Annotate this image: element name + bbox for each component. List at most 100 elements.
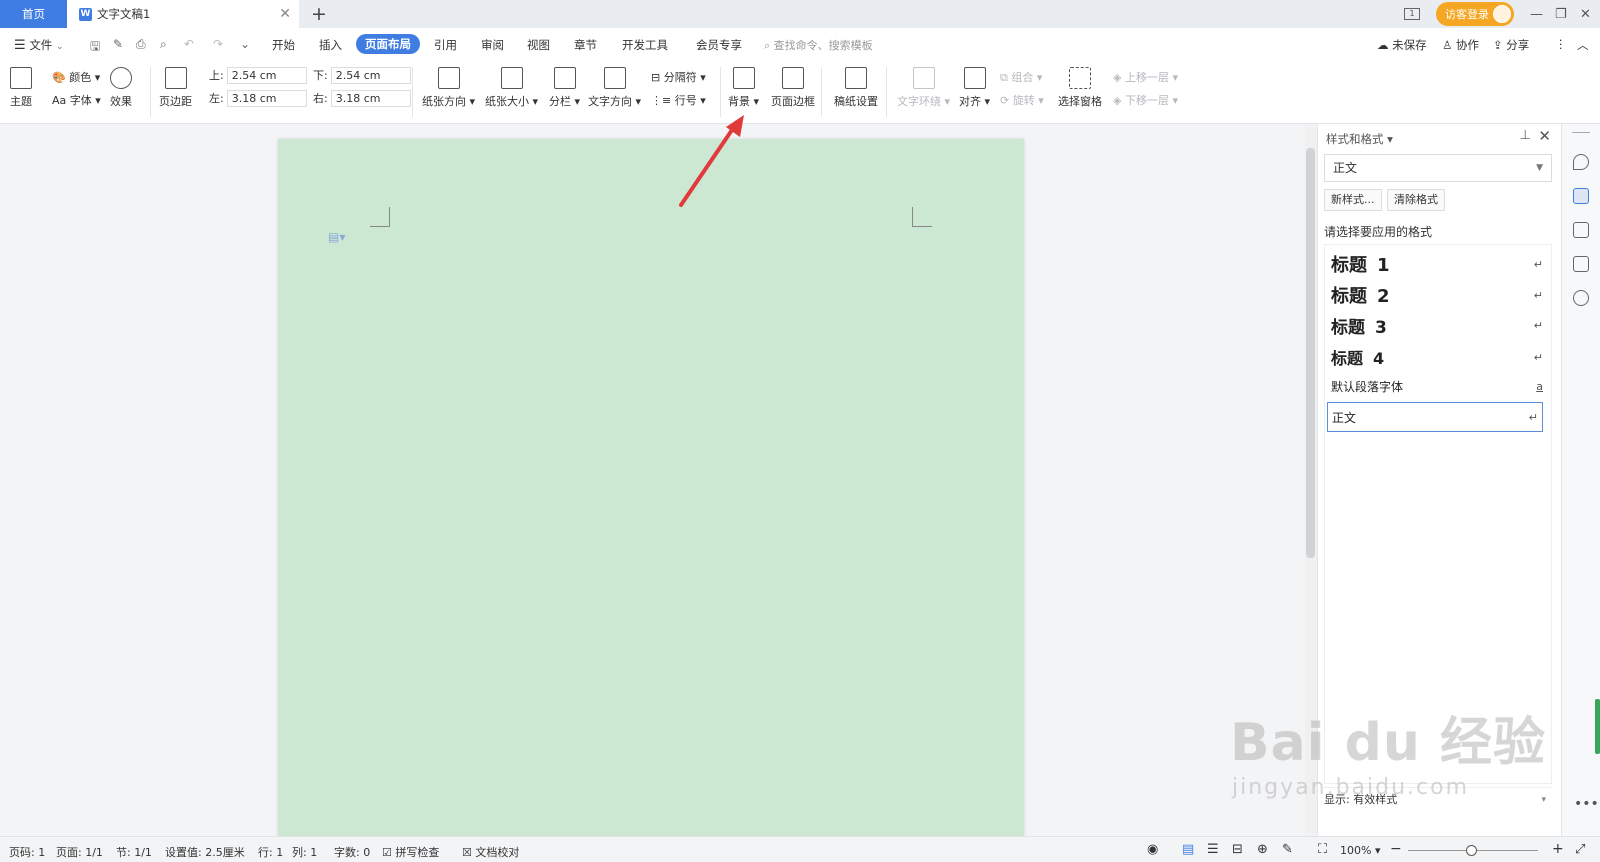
group-button[interactable]: ⧉ 组合 ▾ (1000, 69, 1042, 85)
tab-references[interactable]: 引用 (434, 37, 457, 53)
undo-icon[interactable]: ↶ (184, 37, 194, 51)
visitor-login-button[interactable]: 访客登录 (1436, 2, 1514, 26)
style-edit-icon[interactable] (1573, 188, 1589, 204)
manuscript-settings-button[interactable]: 稿纸设置 (834, 67, 878, 109)
doc-proof-button[interactable]: ☒ 文档校对 (462, 844, 519, 860)
page-border-button[interactable]: 页面边框 (771, 67, 815, 109)
unsaved-status[interactable]: ☁ 未保存 (1377, 37, 1427, 53)
restore-button[interactable]: ❐ (1555, 0, 1567, 28)
tab-home[interactable]: 首页 (0, 0, 67, 28)
send-backward-button[interactable]: ◈ 下移一层 ▾ (1113, 92, 1178, 108)
close-tab-icon[interactable]: ✕ (279, 6, 291, 22)
more-menu-icon[interactable]: ⋮ (1555, 37, 1567, 51)
margin-bottom-value[interactable]: 2.54 cm (330, 67, 411, 84)
word-count[interactable]: 字数: 0 (334, 844, 370, 860)
zoom-slider-knob[interactable] (1466, 845, 1477, 856)
tab-insert[interactable]: 插入 (319, 37, 342, 53)
print-preview-icon[interactable]: ⌕ (160, 37, 167, 52)
new-style-button[interactable]: 新样式... (1324, 189, 1382, 211)
tab-start[interactable]: 开始 (272, 37, 295, 53)
fullscreen-icon[interactable]: ⤢ (1575, 842, 1585, 857)
scrollbar-thumb[interactable] (1306, 148, 1315, 558)
tab-chapter[interactable]: 章节 (574, 37, 597, 53)
style-item-heading-4[interactable]: 标题 4 ↵ (1331, 345, 1543, 369)
align-button[interactable]: 对齐 ▾ (959, 67, 990, 109)
styles-pane-title[interactable]: 样式和格式 ▾ (1326, 131, 1393, 147)
close-icon[interactable]: ✕ (1538, 127, 1551, 145)
document-workspace[interactable]: ▤▾ (0, 124, 1305, 836)
pen-icon[interactable]: ✎ (1282, 842, 1293, 857)
margin-right-value[interactable]: 3.18 cm (330, 90, 411, 107)
bring-forward-button[interactable]: ◈ 上移一层 ▾ (1113, 69, 1178, 85)
rotate-button[interactable]: ⟳ 旋转 ▾ (1000, 92, 1044, 108)
share-button[interactable]: ⇪ 分享 (1493, 37, 1529, 53)
style-item-heading-2[interactable]: 标题 2 ↵ (1331, 282, 1543, 308)
margin-top-value[interactable]: 2.54 cm (226, 67, 307, 84)
tab-view[interactable]: 视图 (527, 37, 550, 53)
outline-view-icon[interactable]: ☰ (1207, 842, 1219, 857)
background-button[interactable]: 背景 ▾ (728, 67, 759, 109)
reading-view-icon[interactable]: ⊟ (1232, 842, 1243, 857)
web-view-icon[interactable]: ⊕ (1257, 842, 1268, 857)
style-item-default-font[interactable]: 默认段落字体 a (1331, 378, 1543, 395)
zoom-in-button[interactable]: + (1552, 841, 1564, 857)
columns-button[interactable]: 分栏 ▾ (549, 67, 580, 109)
save-icon[interactable]: 🖫 (90, 37, 100, 58)
style-item-body[interactable]: 正文 ↵ (1327, 402, 1543, 432)
clear-format-button[interactable]: 清除格式 (1387, 189, 1445, 211)
window-layout-icon[interactable]: 1 (1404, 0, 1420, 28)
effects-button[interactable]: 效果 (110, 67, 132, 109)
breaks-button[interactable]: ⊟ 分隔符 ▾ (651, 69, 706, 85)
more-options-icon[interactable]: ••• (1574, 796, 1599, 812)
margins-button[interactable]: 页边距 (159, 67, 192, 109)
style-item-heading-3[interactable]: 标题 3 ↵ (1331, 313, 1543, 338)
line-numbers-button[interactable]: ⋮≡ 行号 ▾ (651, 92, 706, 108)
eye-protection-icon[interactable]: ◉ (1147, 842, 1158, 857)
margin-right-spinner[interactable]: 右: 3.18 cm (313, 90, 411, 107)
tab-page-layout[interactable]: 页面布局 (356, 34, 420, 54)
text-direction-button[interactable]: 文字方向 ▾ (588, 67, 641, 109)
cursor-select-icon[interactable] (1573, 222, 1589, 238)
tab-document[interactable]: W 文字文稿1 ✕ (67, 0, 299, 28)
collapse-ribbon-icon[interactable]: ︿ (1577, 37, 1589, 53)
minimize-button[interactable]: — (1530, 0, 1543, 28)
fonts-button[interactable]: Aa 字体 ▾ (52, 92, 101, 108)
customize-toolbar-icon[interactable]: ⌄ (240, 37, 250, 51)
paper-size-button[interactable]: 纸张大小 ▾ (485, 67, 538, 109)
text-wrap-button[interactable]: 文字环绕 ▾ (897, 67, 950, 109)
tab-review[interactable]: 审阅 (481, 37, 504, 53)
paste-options-icon[interactable]: ▤▾ (328, 230, 345, 244)
theme-button[interactable]: 主题 (10, 67, 32, 109)
zoom-out-button[interactable]: − (1390, 841, 1402, 857)
rocket-icon[interactable] (1573, 154, 1589, 170)
spell-check-toggle[interactable]: ☑ 拼写检查 (382, 844, 439, 860)
settings-sliders-icon[interactable] (1573, 256, 1589, 272)
help-icon[interactable] (1573, 290, 1589, 306)
selection-pane-button[interactable]: 选择窗格 (1058, 67, 1102, 109)
current-style-select[interactable]: 正文 ▼ (1324, 154, 1552, 182)
format-painter-icon[interactable]: ✎ (113, 37, 123, 51)
fit-page-icon[interactable]: ⛶ (1318, 842, 1327, 857)
tab-member[interactable]: 会员专享 (696, 37, 742, 53)
collaborate-button[interactable]: ♙ 协作 (1442, 37, 1479, 53)
margin-left-value[interactable]: 3.18 cm (226, 90, 307, 107)
colors-button[interactable]: 🎨 颜色 ▾ (52, 69, 100, 85)
command-search[interactable]: ⌕ 查找命令、搜索模板 (764, 37, 873, 53)
page-view-icon[interactable]: ▤ (1182, 842, 1194, 857)
document-page[interactable]: ▤▾ (278, 139, 1024, 836)
tab-developer[interactable]: 开发工具 (622, 37, 668, 53)
file-menu[interactable]: ☰ 文件 ⌄ (14, 37, 64, 53)
drag-handle[interactable] (1572, 132, 1590, 133)
manuscript-label: 稿纸设置 (834, 95, 878, 108)
margin-left-spinner[interactable]: 左: 3.18 cm (209, 90, 307, 107)
margin-top-spinner[interactable]: 上: 2.54 cm (209, 67, 307, 84)
redo-icon[interactable]: ↷ (213, 37, 223, 51)
style-item-heading-1[interactable]: 标题 1 ↵ (1331, 251, 1543, 277)
close-window-button[interactable]: ✕ (1580, 0, 1591, 28)
print-icon[interactable]: ⎙ (136, 37, 146, 52)
margin-bottom-spinner[interactable]: 下: 2.54 cm (313, 67, 411, 84)
zoom-level[interactable]: 100% ▾ (1340, 844, 1380, 857)
orientation-button[interactable]: 纸张方向 ▾ (422, 67, 475, 109)
pin-icon[interactable]: ⊥ (1520, 128, 1531, 143)
add-tab-button[interactable]: + (311, 3, 327, 25)
